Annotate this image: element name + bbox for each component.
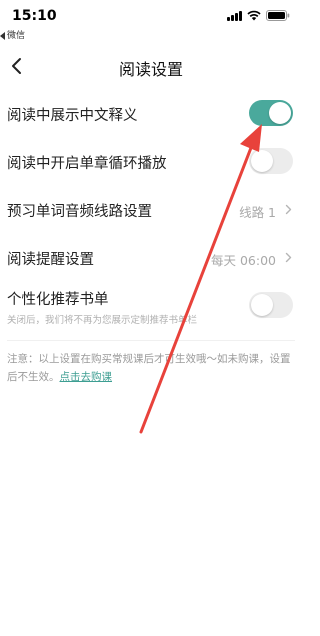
setting-row-audio-route[interactable]: 预习单词音频线路设置 线路 1 [0,186,302,234]
back-app-label: 微信 [7,31,26,41]
chevron-right-icon [285,252,292,263]
setting-label: 个性化推荐书单 [7,292,109,308]
status-bar: 15:10 微信 [0,0,302,42]
wifi-icon [247,10,261,21]
signal-icon [227,10,242,21]
toggle-knob [251,294,273,316]
setting-label: 阅读提醒设置 [7,252,94,268]
setting-row-personalized-booklist[interactable]: 个性化推荐书单 关闭后，我们将不再为您展示定制推荐书单栏 [0,282,302,338]
show-chinese-meaning-toggle[interactable] [249,100,293,126]
audio-route-value: 线路 1 [239,205,276,220]
status-time: 15:10 [12,8,57,24]
notice-text: 注意：以上设置在购买常规课后才可生效哦～如未购课，设置后不生效。点击去购课 [7,350,293,386]
divider [7,340,295,341]
setting-row-show-chinese-meaning[interactable]: 阅读中展示中文释义 [0,90,302,138]
page-title: 阅读设置 [118,60,183,79]
toggle-knob [251,150,273,172]
setting-label: 阅读中开启单章循环播放 [7,156,167,172]
chevron-right-icon [285,204,292,215]
status-icons [227,10,290,21]
personalized-booklist-toggle[interactable] [249,292,293,318]
setting-row-chapter-loop[interactable]: 阅读中开启单章循环播放 [0,138,302,186]
setting-row-reading-reminder[interactable]: 阅读提醒设置 每天 06:00 [0,234,302,282]
chapter-loop-toggle[interactable] [249,148,293,174]
setting-label: 阅读中展示中文释义 [7,108,138,124]
buy-course-link[interactable]: 点击去购课 [60,371,113,383]
toggle-knob [269,102,291,124]
back-triangle-icon [0,31,5,40]
reading-reminder-value: 每天 06:00 [211,253,276,268]
nav-bar: 阅读设置 [0,48,302,84]
back-to-app-link[interactable]: 微信 [0,28,25,41]
battery-icon [266,10,290,21]
setting-sublabel: 关闭后，我们将不再为您展示定制推荐书单栏 [7,315,198,326]
setting-label: 预习单词音频线路设置 [7,204,152,220]
notice-body: 注意：以上设置在购买常规课后才可生效哦～如未购课，设置后不生效。 [7,353,291,383]
